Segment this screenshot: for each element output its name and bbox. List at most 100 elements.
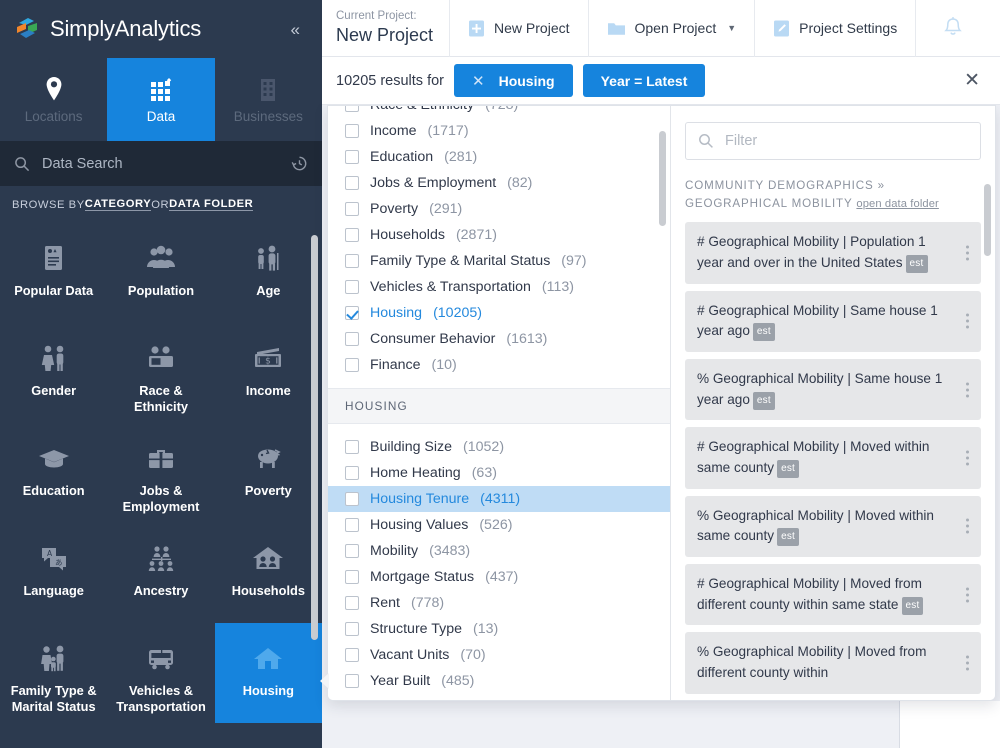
row-count: (82): [507, 175, 533, 191]
variable-item[interactable]: # Geographical Mobility | Moved within s…: [685, 427, 981, 489]
checkbox[interactable]: [345, 254, 359, 268]
category-housing[interactable]: Housing: [214, 623, 322, 723]
checkbox[interactable]: [345, 150, 359, 164]
project-settings-label: Project Settings: [799, 20, 898, 36]
filter-chip-housing[interactable]: ✕ Housing: [454, 64, 573, 97]
checkbox[interactable]: [345, 106, 359, 112]
grid-dots-icon: [148, 76, 174, 102]
browse-by-category-link[interactable]: CATEGORY: [84, 198, 152, 211]
checkbox[interactable]: [345, 596, 359, 610]
variable-item[interactable]: # Geographical Mobility | Moved from dif…: [685, 563, 981, 626]
data-search-input[interactable]: Data Search: [42, 156, 279, 172]
sidebar-scrollbar-thumb[interactable]: [311, 235, 318, 640]
mode-businesses[interactable]: Businesses: [215, 58, 322, 141]
checkbox[interactable]: [345, 332, 359, 346]
category-race-ethnicity[interactable]: Race & Ethnicity: [107, 323, 214, 423]
history-clock-icon[interactable]: [291, 155, 308, 172]
variable-menu-icon[interactable]: [966, 245, 969, 261]
checkbox[interactable]: [345, 622, 359, 636]
variable-menu-icon[interactable]: [966, 587, 969, 603]
category-filter-row[interactable]: Income (1717): [328, 118, 670, 144]
data-search-bar[interactable]: Data Search: [0, 141, 322, 186]
subcategory-row[interactable]: Mobility (3483): [328, 538, 670, 564]
variable-item[interactable]: % Geographical Mobility | Moved from dif…: [685, 632, 981, 694]
sidebar-collapse-button[interactable]: «: [281, 21, 310, 38]
category-filter-row-housing[interactable]: Housing (10205): [328, 300, 670, 326]
category-jobs-employment[interactable]: Jobs & Employment: [107, 423, 214, 523]
family-tree-icon: [145, 543, 177, 575]
variable-item[interactable]: % Geographical Mobility | Same house 1 y…: [685, 358, 981, 421]
category-list-scrollbar-thumb[interactable]: [659, 131, 666, 226]
variable-menu-icon[interactable]: [966, 518, 969, 534]
subcategory-row[interactable]: Structure Type (13): [328, 616, 670, 642]
category-filter-row[interactable]: Consumer Behavior (1613): [328, 326, 670, 352]
category-households[interactable]: Households: [215, 523, 322, 623]
variable-menu-icon[interactable]: [966, 313, 969, 329]
checkbox[interactable]: [345, 518, 359, 532]
category-filter-row[interactable]: Finance (10): [328, 352, 670, 378]
checkbox[interactable]: [345, 440, 359, 454]
open-project-button[interactable]: Open Project ▼: [587, 0, 755, 57]
variable-item[interactable]: # Geographical Mobility | Same house 1 y…: [685, 290, 981, 352]
subcategory-row[interactable]: Housing Values (526): [328, 512, 670, 538]
subcategory-row-housing-tenure[interactable]: Housing Tenure (4311): [328, 486, 670, 512]
close-results-panel-button[interactable]: ✕: [958, 69, 986, 92]
variable-menu-icon[interactable]: [966, 450, 969, 466]
open-data-folder-link[interactable]: open data folder: [856, 198, 938, 210]
category-family-type-marital-status[interactable]: Family Type & Marital Status: [0, 623, 107, 723]
category-filter-row[interactable]: Jobs & Employment (82): [328, 170, 670, 196]
notifications-button[interactable]: [915, 0, 989, 57]
category-ancestry[interactable]: Ancestry: [107, 523, 214, 623]
category-filter-row[interactable]: Race & Ethnicity (728): [328, 106, 670, 118]
checkbox[interactable]: [345, 544, 359, 558]
filter-chip-year-label: Year = Latest: [600, 72, 688, 89]
category-education[interactable]: Education: [0, 423, 107, 523]
category-popular-data[interactable]: Popular Data: [0, 223, 107, 323]
checkbox[interactable]: [345, 674, 359, 688]
category-gender[interactable]: Gender: [0, 323, 107, 423]
checkbox[interactable]: [345, 176, 359, 190]
mode-locations[interactable]: Locations: [0, 58, 107, 141]
category-vehicles-transportation[interactable]: Vehicles & Transportation: [107, 623, 214, 723]
project-settings-button[interactable]: Project Settings: [754, 0, 915, 57]
checkbox[interactable]: [345, 466, 359, 480]
variable-item[interactable]: % Geographical Mobility | Moved within s…: [685, 495, 981, 557]
checkbox[interactable]: [345, 124, 359, 138]
checkbox[interactable]: [345, 570, 359, 584]
mode-data[interactable]: Data: [107, 58, 215, 141]
category-income[interactable]: $ Income: [215, 323, 322, 423]
category-poverty[interactable]: Poverty: [215, 423, 322, 523]
subcategory-row[interactable]: Home Heating (63): [328, 460, 670, 486]
category-age[interactable]: Age: [215, 223, 322, 323]
category-population[interactable]: Population: [107, 223, 214, 323]
subcategory-row[interactable]: Rent (778): [328, 590, 670, 616]
new-project-button[interactable]: New Project: [449, 0, 587, 57]
category-filter-row[interactable]: Vehicles & Transportation (113): [328, 274, 670, 300]
checkbox[interactable]: [345, 202, 359, 216]
category-filter-row[interactable]: Education (281): [328, 144, 670, 170]
variable-filter-input[interactable]: Filter: [685, 122, 981, 160]
checkbox[interactable]: [345, 280, 359, 294]
filter-chip-year[interactable]: Year = Latest: [582, 64, 706, 97]
subcategory-row[interactable]: Mortgage Status (437): [328, 564, 670, 590]
checkbox[interactable]: [345, 492, 359, 506]
category-language[interactable]: Aあ Language: [0, 523, 107, 623]
close-x-icon[interactable]: ✕: [472, 72, 485, 90]
category-label: Age: [256, 283, 281, 298]
category-filter-row[interactable]: Households (2871): [328, 222, 670, 248]
variable-item[interactable]: # Geographical Mobility | Population 1 y…: [685, 222, 981, 284]
category-filter-row[interactable]: Family Type & Marital Status (97): [328, 248, 670, 274]
subcategory-row[interactable]: Vacant Units (70): [328, 642, 670, 668]
checkbox[interactable]: [345, 306, 359, 320]
subcategory-row[interactable]: Building Size (1052): [328, 434, 670, 460]
checkbox[interactable]: [345, 648, 359, 662]
row-count: (3483): [429, 543, 471, 559]
checkbox[interactable]: [345, 358, 359, 372]
variable-menu-icon[interactable]: [966, 382, 969, 398]
category-filter-row[interactable]: Poverty (291): [328, 196, 670, 222]
browse-by-folder-link[interactable]: DATA FOLDER: [169, 198, 254, 211]
subcategory-row[interactable]: Year Built (485): [328, 668, 670, 694]
variable-menu-icon[interactable]: [966, 655, 969, 671]
variable-list-scrollbar-thumb[interactable]: [984, 184, 991, 256]
checkbox[interactable]: [345, 228, 359, 242]
